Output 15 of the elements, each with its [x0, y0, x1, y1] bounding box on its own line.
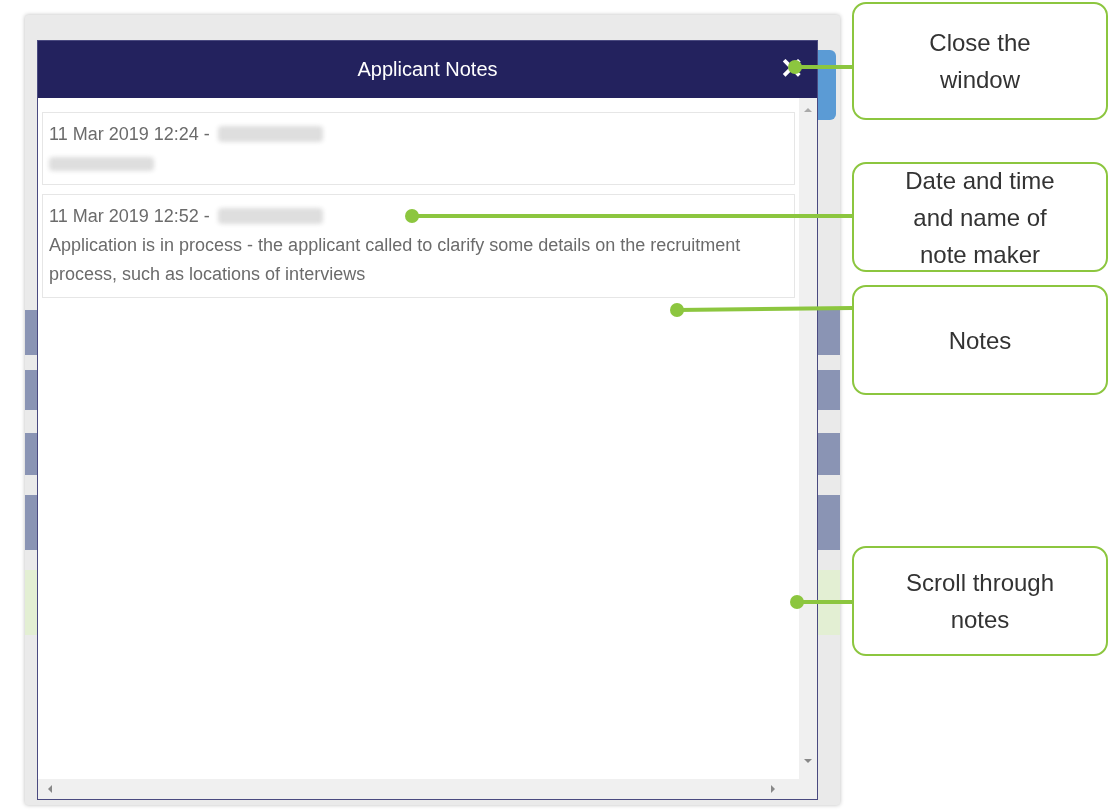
scroll-left-icon[interactable]: [46, 784, 54, 794]
scroll-right-icon[interactable]: [769, 784, 777, 794]
callout-text: Notes: [852, 285, 1108, 395]
callout-text: Close the window: [852, 2, 1108, 120]
scroll-down-icon[interactable]: [803, 757, 813, 765]
horizontal-scrollbar[interactable]: [38, 779, 817, 799]
dialog-title: Applicant Notes: [357, 58, 498, 81]
scroll-up-icon[interactable]: [803, 106, 813, 114]
callout-text: Scroll through notes: [852, 546, 1108, 656]
vertical-scrollbar[interactable]: [799, 98, 817, 779]
note-timestamp: 11 Mar 2019 12:24 -: [49, 123, 210, 145]
callout-text: Date and time and name of note maker: [852, 162, 1108, 272]
note-text: Application is in process - the applicant called to clarify some details on the recruitment process, such as locations of interviews: [49, 234, 742, 286]
leader-line: [790, 595, 852, 609]
note-timestamp: 11 Mar 2019 12:52 -: [49, 205, 210, 227]
